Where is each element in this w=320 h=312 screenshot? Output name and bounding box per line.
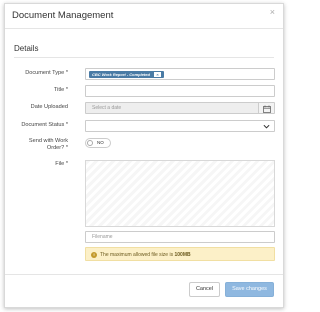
filename-input[interactable]: Filename: [85, 231, 275, 243]
section-divider: [14, 57, 274, 58]
date-uploaded-input[interactable]: Select a date: [85, 102, 275, 114]
info-icon: !: [91, 251, 97, 258]
document-type-field[interactable]: CBC Work Report - Completed ×: [85, 68, 275, 80]
file-dropzone[interactable]: [85, 160, 275, 227]
modal-header: Document Management ×: [5, 4, 283, 29]
chip-remove-icon[interactable]: ×: [154, 72, 162, 77]
document-status-select[interactable]: [85, 120, 275, 132]
calendar-icon: [263, 105, 271, 113]
document-type-chip: CBC Work Report - Completed ×: [89, 71, 165, 78]
info-text-prefix: The maximum allowed file size is: [100, 252, 174, 258]
title-input[interactable]: [85, 85, 275, 97]
document-type-label: Document Type *: [25, 70, 68, 76]
file-label: File *: [55, 161, 68, 167]
date-uploaded-label: Date Uploaded: [30, 104, 68, 110]
section-title: Details: [14, 44, 39, 53]
footer-divider: [5, 274, 283, 275]
document-management-modal: Document Management × Details Document T…: [4, 3, 284, 308]
calendar-button[interactable]: [258, 103, 274, 113]
document-status-label: Document Status *: [21, 122, 68, 128]
filename-placeholder: Filename: [92, 234, 113, 240]
close-icon[interactable]: ×: [270, 8, 275, 17]
file-size-info: ! The maximum allowed file size is 100MB: [85, 247, 275, 261]
date-placeholder: Select a date: [92, 105, 122, 111]
toggle-knob: [87, 140, 93, 146]
title-label: Title *: [53, 87, 68, 93]
chevron-down-icon: [263, 124, 270, 129]
toggle-state-text: NO: [97, 140, 104, 145]
send-with-work-order-label: Send with Work Order? *: [28, 138, 68, 151]
save-changes-button[interactable]: Save changes: [225, 282, 274, 297]
info-text-value: 100MB: [174, 252, 191, 258]
cancel-button[interactable]: Cancel: [189, 282, 220, 297]
file-size-info-text: The maximum allowed file size is 100MB: [100, 252, 191, 258]
document-type-chip-label: CBC Work Report - Completed: [92, 72, 150, 77]
modal-title: Document Management: [12, 10, 114, 21]
send-with-work-order-toggle[interactable]: NO: [85, 138, 111, 148]
